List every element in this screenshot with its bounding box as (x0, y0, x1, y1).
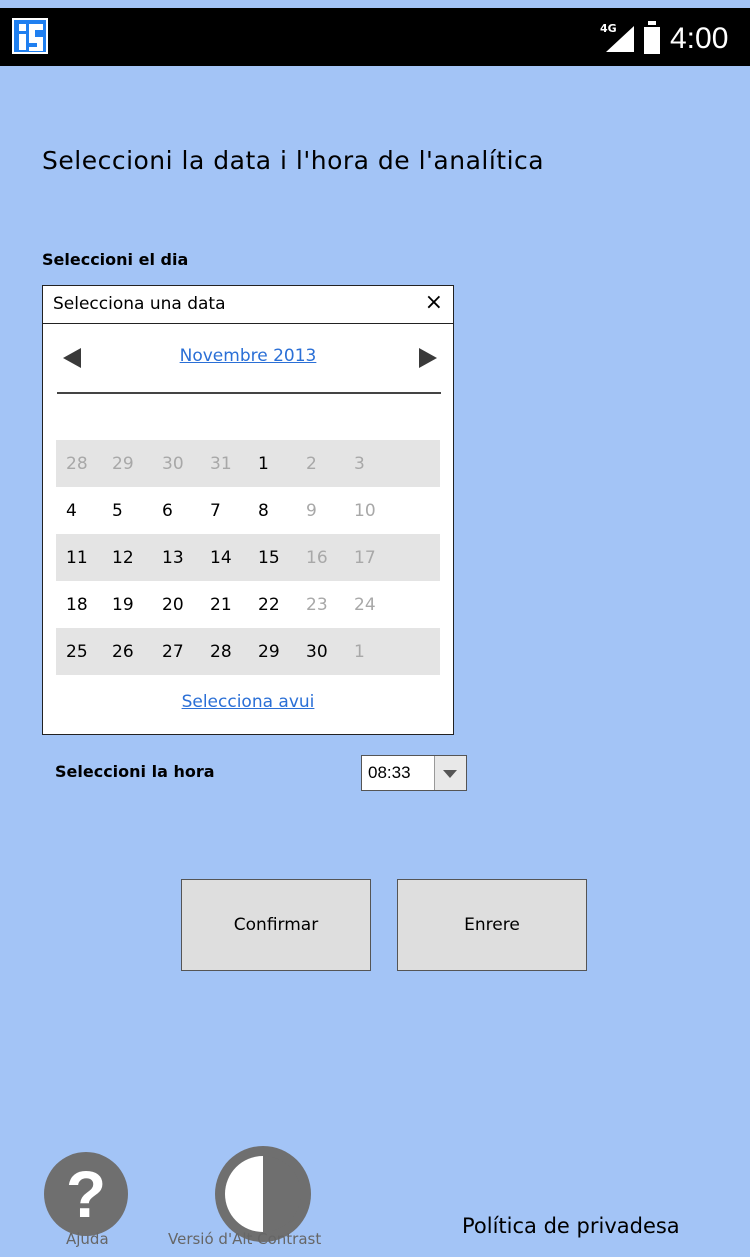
calendar-day[interactable]: 18 (56, 595, 102, 615)
calendar-day[interactable]: 30 (152, 454, 200, 474)
calendar-day[interactable]: 11 (56, 548, 102, 568)
calendar-day[interactable]: 28 (56, 454, 102, 474)
calendar-day[interactable]: 28 (200, 642, 248, 662)
help-icon[interactable]: ? (44, 1152, 128, 1236)
day-label: Seleccioni el dia (42, 250, 189, 269)
battery-icon (644, 21, 660, 54)
calendar-day[interactable]: 15 (248, 548, 296, 568)
date-picker: Selecciona una data × Novembre 2013 28 29… (42, 285, 454, 735)
next-month-arrow-icon[interactable] (419, 348, 437, 368)
calendar-day[interactable]: 27 (152, 642, 200, 662)
status-clock: 4:00 (670, 22, 729, 55)
high-contrast-icon[interactable] (215, 1146, 311, 1242)
calendar-week-row: 18 19 20 21 22 23 24 (56, 581, 440, 628)
dropdown-arrow-icon[interactable] (434, 756, 466, 790)
calendar-day[interactable]: 1 (248, 454, 296, 474)
page-title: Seleccioni la data i l'hora de l'analíti… (42, 146, 545, 175)
calendar-day[interactable]: 1 (344, 642, 392, 662)
date-picker-header: Selecciona una data × (43, 286, 453, 324)
calendar-day[interactable]: 10 (344, 501, 392, 521)
calendar-day[interactable]: 31 (200, 454, 248, 474)
calendar-day[interactable]: 17 (344, 548, 392, 568)
calendar-day[interactable]: 9 (296, 501, 344, 521)
calendar-week-row: 4 5 6 7 8 9 10 (56, 487, 440, 534)
help-caption: Ajuda (66, 1230, 109, 1248)
calendar-day[interactable]: 7 (200, 501, 248, 521)
calendar-day[interactable]: 16 (296, 548, 344, 568)
calendar-day[interactable]: 6 (152, 501, 200, 521)
close-icon[interactable]: × (425, 290, 443, 315)
calendar-week-row: 11 12 13 14 15 16 17 (56, 534, 440, 581)
divider (57, 392, 441, 394)
calendar-day[interactable]: 22 (248, 595, 296, 615)
calendar-day[interactable]: 3 (344, 454, 392, 474)
calendar-day[interactable]: 30 (296, 642, 344, 662)
calendar-day[interactable]: 19 (102, 595, 152, 615)
time-value[interactable]: 08:33 (362, 756, 434, 790)
high-contrast-caption: Versió d'Alt Contrast (168, 1230, 322, 1248)
calendar-week-row: 25 26 27 28 29 30 1 (56, 628, 440, 675)
calendar-day[interactable]: 20 (152, 595, 200, 615)
privacy-policy-link[interactable]: Política de privadesa (462, 1214, 680, 1238)
back-button[interactable]: Enrere (397, 879, 587, 971)
calendar-day[interactable]: 13 (152, 548, 200, 568)
time-select[interactable]: 08:33 (361, 755, 467, 791)
calendar-day[interactable]: 12 (102, 548, 152, 568)
calendar-day[interactable]: 8 (248, 501, 296, 521)
calendar-day[interactable]: 2 (296, 454, 344, 474)
calendar-day[interactable]: 21 (200, 595, 248, 615)
calendar-week-row: 28 29 30 31 1 2 3 (56, 440, 440, 487)
calendar-day[interactable]: 23 (296, 595, 344, 615)
signal-bars-icon (606, 26, 634, 52)
calendar-day[interactable]: 29 (248, 642, 296, 662)
status-bar: 4G 4:00 (0, 8, 750, 66)
calendar-day[interactable]: 25 (56, 642, 102, 662)
calendar-day[interactable]: 29 (102, 454, 152, 474)
calendar-day[interactable]: 4 (56, 501, 102, 521)
calendar-day[interactable]: 26 (102, 642, 152, 662)
calendar-grid: 28 29 30 31 1 2 3 4 5 6 7 8 9 10 11 12 13 14 15 16 17 18 19 20 2… (56, 440, 440, 675)
calendar-day[interactable]: 5 (102, 501, 152, 521)
confirm-button[interactable]: Confirmar (181, 879, 371, 971)
month-navigation: Novembre 2013 (43, 344, 453, 374)
signal-icon: 4G (600, 22, 638, 54)
month-link[interactable]: Novembre 2013 (43, 346, 453, 366)
calendar-day[interactable]: 24 (344, 595, 392, 615)
calendar-day[interactable]: 14 (200, 548, 248, 568)
app-logo-icon (12, 18, 48, 54)
hour-label: Seleccioni la hora (55, 762, 215, 781)
date-picker-title: Selecciona una data (53, 294, 226, 314)
select-today-link[interactable]: Selecciona avui (43, 692, 453, 712)
